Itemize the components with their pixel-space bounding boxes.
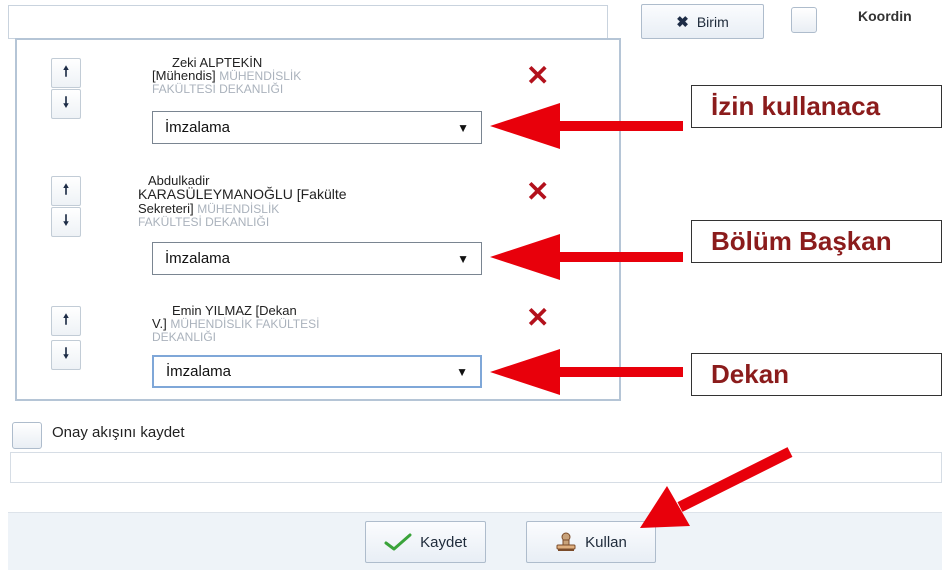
action-select-value: İmzalama [165,250,231,267]
caret-down-icon: ▼ [456,364,468,379]
move-up-button[interactable]: 🠕 [51,176,81,206]
remove-signer-icon[interactable]: ✕ [526,62,549,90]
save-button-label: Kaydet [420,533,467,551]
remove-signer-icon[interactable]: ✕ [526,304,549,332]
caret-down-icon: ▼ [457,120,469,135]
annotation-callout: Dekan [691,353,942,396]
move-up-button[interactable]: 🠕 [51,306,81,336]
caret-down-icon: ▼ [457,251,469,266]
signer-unit: MÜHENDİSLİK [197,202,280,216]
action-select[interactable]: İmzalama ▼ [152,242,482,275]
onay-checkbox[interactable] [12,422,42,449]
signer-unit: DEKANLIĞI [152,330,217,344]
koordinator-checkbox[interactable] [791,7,817,33]
move-down-button[interactable]: 🠗 [51,207,81,237]
action-select-value: İmzalama [165,119,231,136]
signer-unit: MÜHENDİSLİK FAKÜLTESİ [170,317,320,331]
birim-button-label: Birim [696,13,729,30]
action-select-value: İmzalama [166,363,232,380]
use-button[interactable]: Kullan [526,521,656,563]
checkmark-icon [384,533,412,551]
stamp-icon [556,532,576,551]
onay-label: Onay akışını kaydet [52,424,185,441]
save-button[interactable]: Kaydet [365,521,486,563]
signer-unit: MÜHENDİSLİK [219,69,302,83]
action-select[interactable]: İmzalama ▼ [152,111,482,144]
signer-info: Zeki ALPTEKİN [Mühendis] MÜHENDİSLİK FAK… [152,56,482,96]
signer-title: Sekreteri] [138,201,194,216]
annotation-callout: Bölüm Başkan [691,220,942,263]
annotation-callout: İzin kullanaca [691,85,942,128]
signer-info: Emin YILMAZ [Dekan V.] MÜHENDİSLİK FAKÜL… [152,304,482,344]
action-select[interactable]: İmzalama ▼ [152,355,482,388]
move-down-button[interactable]: 🠗 [51,340,81,370]
signer-name: KARASÜLEYMANOĞLU [Fakülte [138,186,347,202]
signer-name: Emin YILMAZ [Dekan [172,303,297,318]
move-up-button[interactable]: 🠕 [51,58,81,88]
signer-info: Abdulkadir KARASÜLEYMANOĞLU [Fakülte Sek… [138,174,483,229]
koordinator-label: Koordin [858,8,912,24]
move-down-button[interactable]: 🠗 [51,89,81,119]
birim-button[interactable]: ✖ Birim [641,4,764,39]
remove-signer-icon[interactable]: ✕ [526,178,549,206]
signer-title: V.] [152,316,167,331]
description-textarea[interactable] [10,452,942,483]
signer-unit: FAKÜLTESİ DEKANLIĞI [152,82,284,96]
use-button-label: Kullan [585,533,627,551]
search-input[interactable] [8,5,608,39]
signer-title: [Mühendis] [152,68,216,83]
close-icon: ✖ [676,13,689,31]
signer-unit: FAKÜLTESİ DEKANLIĞI [138,215,270,229]
